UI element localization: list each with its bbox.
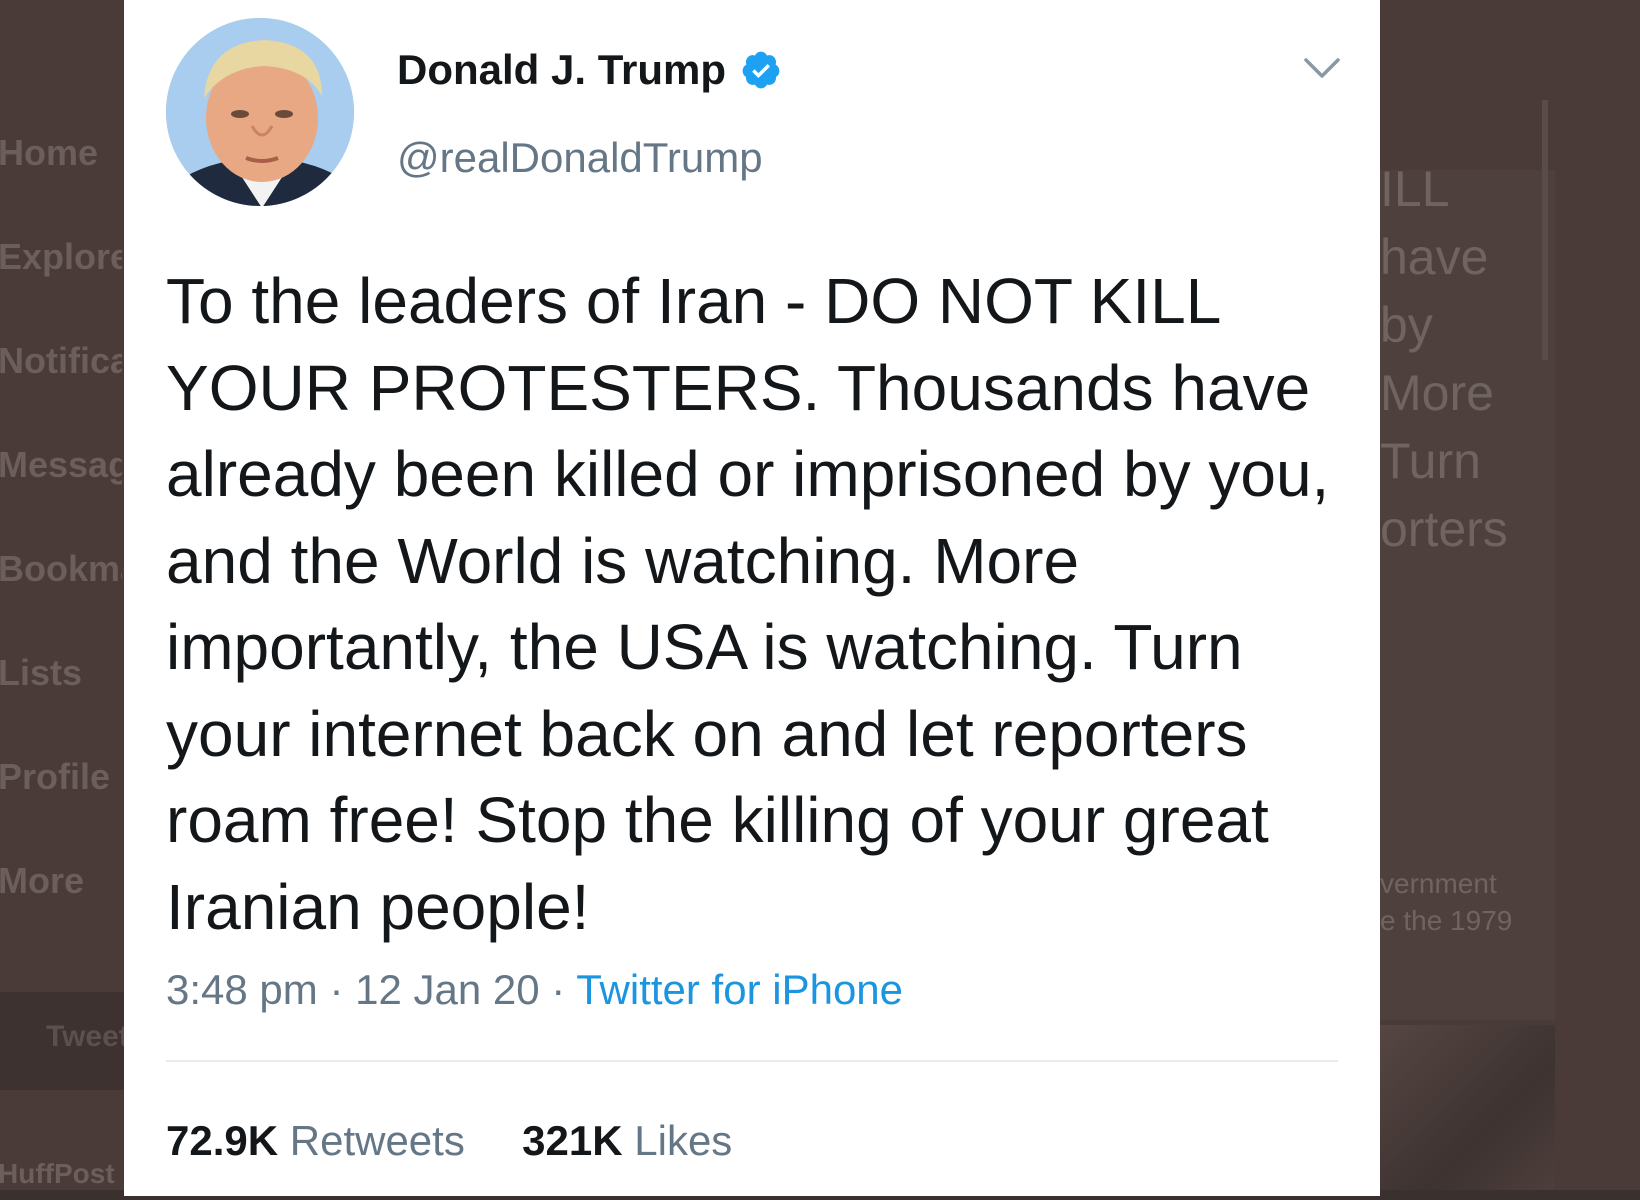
likes-label: Likes: [634, 1117, 733, 1164]
background-source-fragment: HuffPost: [0, 1158, 115, 1189]
background-text-fragment: More: [1380, 365, 1494, 421]
background-text-fragment: orters: [1380, 501, 1508, 557]
background-text-fragment: vernment: [1380, 868, 1497, 899]
tweet-time[interactable]: 3:48 pm: [166, 966, 318, 1013]
avatar[interactable]: [166, 18, 354, 206]
chevron-down-icon[interactable]: [1302, 52, 1342, 84]
author-name[interactable]: Donald J. Trump: [397, 46, 782, 94]
tweet-text: To the leaders of Iran - DO NOT KILL YOU…: [166, 265, 1330, 943]
sidebar-item-profile: Profile: [0, 756, 111, 797]
sidebar-item-bookmarks: Bookmarks: [0, 548, 122, 589]
tweet-compose-label: Tweet: [46, 1020, 129, 1053]
retweets-stat[interactable]: 72.9K Retweets: [166, 1117, 477, 1164]
sidebar-item-more: More: [0, 860, 85, 901]
tweet-compose-button: Tweet: [0, 992, 129, 1090]
background-text-fragment: Turn: [1380, 433, 1481, 489]
sidebar-item-explore: Explore: [0, 236, 122, 277]
divider: [166, 1060, 1338, 1062]
likes-count: 321K: [522, 1117, 623, 1164]
tweet-metadata: 3:48 pm · 12 Jan 20 · Twitter for iPhone: [166, 966, 903, 1014]
background-scrollbar: [1542, 100, 1548, 360]
sidebar-item-lists: Lists: [0, 652, 83, 693]
likes-stat[interactable]: 321K Likes: [522, 1117, 732, 1164]
background-image-thumbnail: [1380, 1025, 1555, 1200]
retweets-label: Retweets: [289, 1117, 465, 1164]
background-text-fragment: by: [1380, 297, 1433, 353]
background-text-fragment: have: [1380, 229, 1489, 285]
author-handle[interactable]: @realDonaldTrump: [397, 134, 763, 182]
meta-separator: ·: [551, 966, 566, 1013]
author-name-text: Donald J. Trump: [397, 46, 727, 93]
verified-badge-icon: [742, 51, 780, 89]
sidebar-item-messages: Messages: [0, 444, 122, 485]
retweets-count: 72.9K: [166, 1117, 279, 1164]
tweet-source-link[interactable]: Twitter for iPhone: [576, 966, 903, 1013]
avatar-image: [166, 18, 354, 206]
background-text-fragment: ILL: [1380, 161, 1450, 217]
sidebar-item-home: Home: [0, 132, 99, 173]
sidebar-item-notifications: Notifications: [0, 340, 122, 381]
background-text-fragment: e the 1979: [1380, 905, 1513, 936]
tweet-stats: 72.9K Retweets 321K Likes: [166, 1117, 732, 1165]
tweet-date[interactable]: 12 Jan 20: [355, 966, 540, 1013]
tweet-card: Donald J. Trump @realDonaldTrump To the …: [124, 0, 1380, 1196]
meta-separator: ·: [329, 966, 344, 1013]
background-sidebar: Home Explore Notifications Messages Book…: [0, 0, 129, 1200]
